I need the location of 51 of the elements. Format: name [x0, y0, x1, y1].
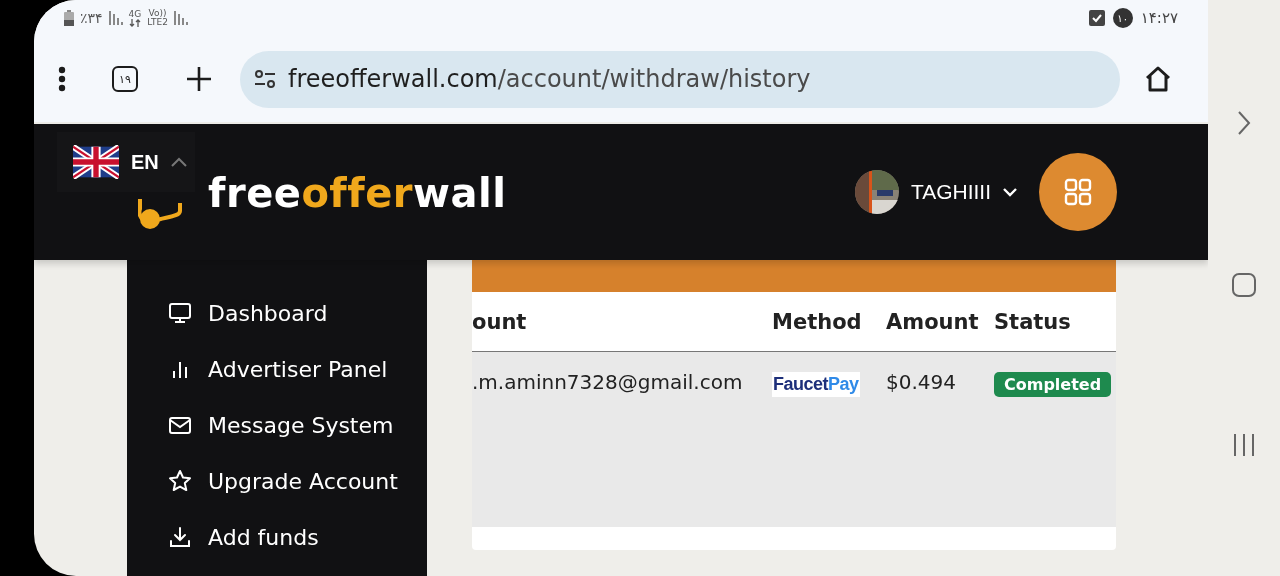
method-logo: FaucetPay: [772, 372, 860, 397]
table-cell: .m.aminn7328@gmail.com: [472, 370, 743, 394]
column-header: Status: [994, 309, 1071, 334]
recents-icon: [1232, 432, 1256, 458]
sidebar-item[interactable]: Advertiser Panel: [127, 354, 427, 384]
battery-percent: ٪۳۴: [80, 10, 103, 26]
column-header: ount: [472, 309, 527, 334]
chevron-right-icon: [1237, 110, 1251, 136]
new-tab-button[interactable]: [186, 66, 212, 92]
signal-icon: [108, 11, 123, 25]
chevron-up-icon: [170, 157, 187, 167]
monitor-icon: [168, 301, 192, 325]
notification-count: ۱۰: [1112, 8, 1133, 28]
network-type: 4G: [128, 9, 142, 19]
tab-count-button[interactable]: ۱۹: [112, 66, 138, 92]
clock: ۱۴:۲۷: [1140, 9, 1178, 27]
square-icon: [1231, 272, 1257, 298]
battery-icon: [64, 10, 74, 26]
chevron-down-icon: [1003, 187, 1017, 197]
plus-icon: [186, 66, 212, 92]
sidebar-item[interactable]: Dashboard: [127, 298, 427, 328]
home-button[interactable]: [1144, 65, 1172, 93]
forward-nav-button[interactable]: [1237, 110, 1251, 136]
table-cell: $0.494: [886, 370, 956, 394]
site-logo[interactable]: freeofferwall: [208, 170, 507, 216]
grid-icon: [1064, 178, 1092, 206]
user-menu[interactable]: TAGHIIII: [910, 180, 1017, 204]
tune-icon[interactable]: [254, 69, 276, 89]
logo-icon: [138, 197, 184, 231]
home-nav-button[interactable]: [1231, 272, 1257, 298]
sidebar-item[interactable]: Message System: [127, 410, 427, 440]
data-arrows-icon: [128, 18, 141, 27]
address-bar[interactable]: freeofferwall.com/account/withdraw/history: [240, 50, 1120, 108]
uk-flag-icon: [73, 145, 119, 179]
volte-label: Vo)): [148, 9, 167, 18]
language-selector[interactable]: EN: [57, 132, 195, 192]
menu-button[interactable]: [58, 66, 66, 92]
star-icon: [168, 469, 192, 493]
column-header: Method: [772, 309, 862, 334]
menu-icon: [58, 66, 66, 92]
recents-nav-button[interactable]: [1232, 432, 1256, 458]
column-header: Amount: [886, 309, 979, 334]
sidebar-item[interactable]: Upgrade Account: [127, 466, 427, 496]
download-icon: [168, 525, 192, 549]
status-badge: Completed: [994, 372, 1112, 397]
signal-icon: [173, 11, 188, 25]
home-icon: [1144, 65, 1172, 93]
url-text: freeofferwall.com/account/withdraw/history: [288, 65, 811, 93]
lte-label: LTE2: [147, 18, 168, 27]
checkbox-notification-icon: [1088, 10, 1105, 26]
sidebar-item[interactable]: Add funds: [127, 522, 427, 552]
